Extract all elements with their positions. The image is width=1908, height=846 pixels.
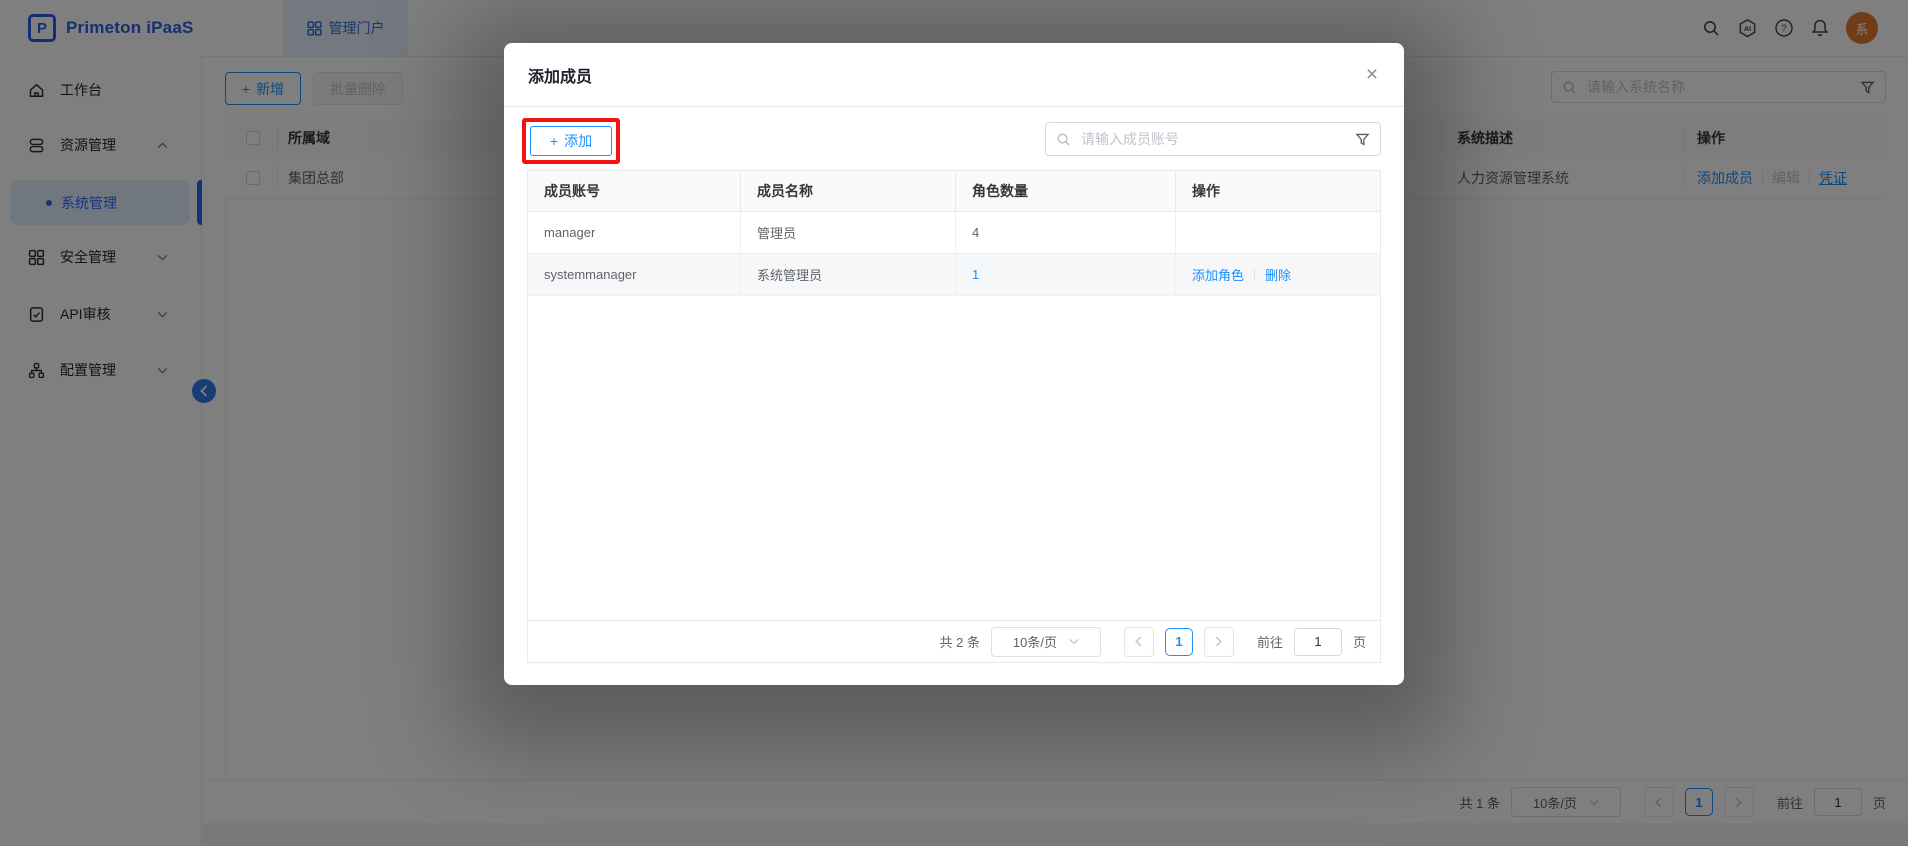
column-header-actions: 操作 (1176, 171, 1380, 211)
page-size-value: 10条/页 (1013, 632, 1057, 651)
page-number: 1 (1175, 634, 1182, 649)
column-header-name: 成员名称 (741, 171, 956, 211)
add-role-link[interactable]: 添加角色 (1192, 265, 1244, 284)
filter-icon[interactable] (1355, 132, 1370, 147)
cell-account: manager (528, 212, 741, 253)
member-search-box (1045, 122, 1381, 156)
table-empty-space (528, 296, 1380, 620)
app: P Primeton iPaaS 管理门户 AI (0, 0, 1908, 846)
cell-name: 管理员 (741, 212, 956, 253)
column-header-roles: 角色数量 (956, 171, 1176, 211)
search-icon (1056, 132, 1071, 147)
role-count-link[interactable]: 1 (972, 267, 979, 282)
page-size-select[interactable]: 10条/页 (991, 627, 1101, 657)
dialog-title: 添加成员 (528, 43, 592, 107)
column-header-account: 成员账号 (528, 171, 741, 211)
member-table-header: 成员账号 成员名称 角色数量 操作 (528, 171, 1380, 212)
member-row: manager 管理员 4 (528, 212, 1380, 254)
total-count: 共 2 条 (940, 632, 980, 651)
add-member-dialog: 添加成员 × + 添加 成员账号 成员名称 (504, 43, 1404, 685)
cell-actions (1176, 212, 1380, 253)
prev-page-button[interactable] (1124, 627, 1154, 657)
button-label: 添加 (564, 131, 592, 151)
member-search-input[interactable] (1079, 130, 1347, 148)
chevron-down-icon (1069, 638, 1079, 645)
delete-link[interactable]: 删除 (1265, 265, 1291, 284)
page-unit-label: 页 (1353, 632, 1366, 651)
goto-page-input[interactable] (1294, 628, 1342, 656)
goto-label: 前往 (1257, 632, 1283, 651)
add-button[interactable]: + 添加 (530, 126, 612, 156)
cell-role-count: 1 (956, 254, 1176, 295)
close-icon[interactable]: × (1360, 63, 1384, 87)
dialog-header: 添加成员 × (504, 43, 1404, 107)
cell-role-count: 4 (956, 212, 1176, 253)
member-table: 成员账号 成员名称 角色数量 操作 manager 管理员 4 systemma… (527, 170, 1381, 663)
member-pagination: 共 2 条 10条/页 (528, 620, 1380, 662)
next-page-button[interactable] (1204, 627, 1234, 657)
cell-account: systemmanager (528, 254, 741, 295)
member-row: systemmanager 系统管理员 1 添加角色 删除 (528, 254, 1380, 296)
cell-actions: 添加角色 删除 (1176, 254, 1380, 295)
cell-name: 系统管理员 (741, 254, 956, 295)
divider (1254, 268, 1255, 281)
page-number-button[interactable]: 1 (1165, 628, 1193, 656)
plus-icon: + (550, 133, 558, 149)
